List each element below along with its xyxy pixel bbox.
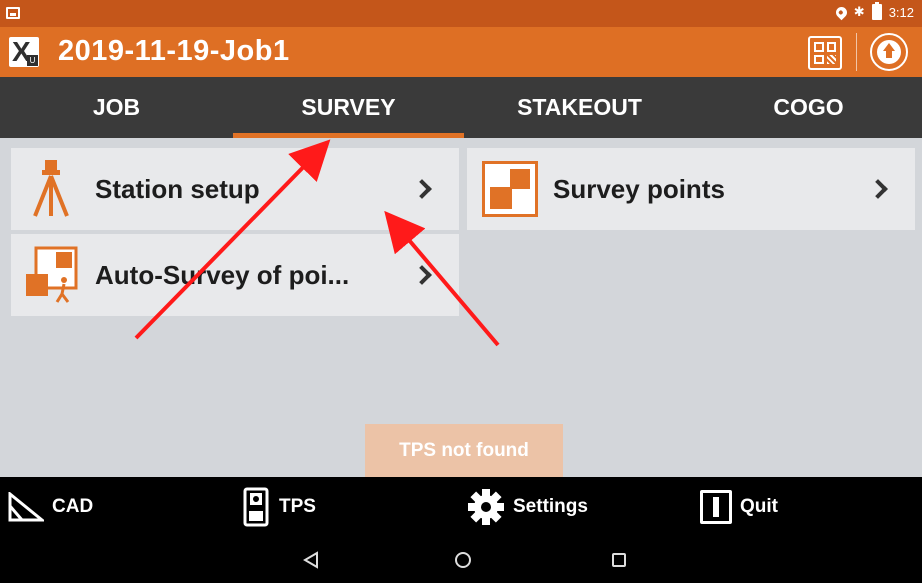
survey-points-item[interactable]: Survey points [467,148,915,230]
cad-icon [8,492,44,522]
cad-label: CAD [52,496,94,517]
back-icon[interactable] [303,551,319,569]
quit-icon [700,490,732,524]
station-setup-label: Station setup [95,174,260,204]
chevron-right-icon [412,179,432,199]
home-icon[interactable] [455,552,471,568]
tps-icon [243,487,269,527]
app-logo: XU [9,37,39,67]
quit-label: Quit [740,496,778,517]
gear-icon [468,489,504,525]
appbar-divider [856,33,857,71]
app-bar: XU 2019-11-19-Job1 [0,27,922,77]
cad-button[interactable]: CAD [8,477,93,537]
status-icons: ✱ 3:12 [833,2,914,20]
auto-survey-item[interactable]: Auto-Survey of poi... [11,234,459,316]
job-title: 2019-11-19-Job1 [58,35,290,67]
upload-icon[interactable] [870,33,908,71]
bluetooth-icon: ✱ [853,4,865,19]
location-icon [833,4,850,20]
quit-button[interactable]: Quit [700,477,778,537]
tab-stakeout[interactable]: STAKEOUT [464,77,695,138]
status-time: 3:12 [888,4,914,20]
bottom-bar: CAD TPS Settings Quit [0,477,922,537]
tab-job[interactable]: JOB [0,77,233,138]
tps-toast: TPS not found [365,424,563,477]
chevron-right-icon [868,179,888,199]
recent-apps-icon[interactable] [612,553,626,567]
survey-points-label: Survey points [553,174,725,204]
tab-survey[interactable]: SURVEY [233,77,464,138]
settings-button[interactable]: Settings [467,477,588,537]
station-setup-item[interactable]: Station setup [11,148,459,230]
tps-button[interactable]: TPS [241,477,316,537]
battery-icon [871,2,882,20]
tps-label: TPS [279,496,316,517]
survey-points-icon [482,161,538,217]
settings-label: Settings [513,496,588,517]
image-notification-icon [6,7,20,19]
tab-cogo[interactable]: COGO [695,77,922,138]
qr-code-icon[interactable] [808,36,842,70]
status-bar: ✱ 3:12 [0,0,922,27]
chevron-right-icon [412,265,432,285]
android-nav-bar [0,537,922,583]
auto-survey-label: Auto-Survey of poi... [95,260,350,290]
tab-bar: JOB SURVEY STAKEOUT COGO [0,77,922,138]
auto-survey-icon [26,246,78,303]
tripod-icon [33,160,69,217]
